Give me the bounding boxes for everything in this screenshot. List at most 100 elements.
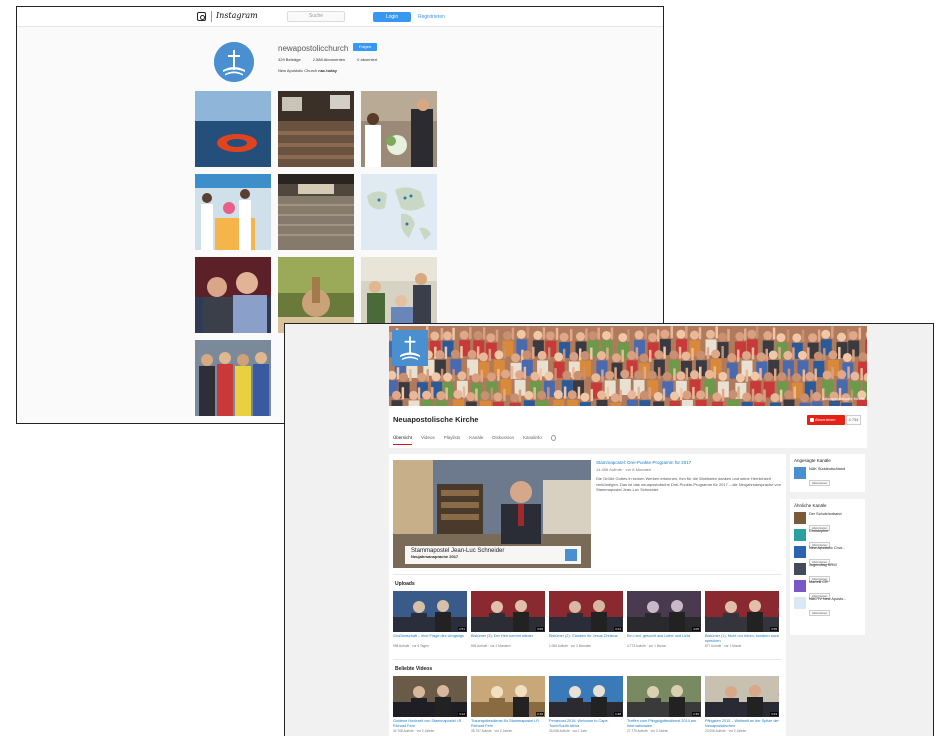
video-duration: 4:05 (692, 627, 700, 631)
tab-videos[interactable]: Videos (421, 435, 435, 445)
popular-video-card[interactable]: 1:48 Pentecost 2016: Welcome to Cape Town… (549, 676, 623, 733)
photo-world-map[interactable] (361, 174, 437, 250)
photo-two-men[interactable] (195, 257, 271, 333)
subscribe-button[interactable]: Abonnieren (809, 480, 831, 486)
channel-name[interactable]: Der Schulchorband (809, 512, 842, 516)
channel-avatar[interactable] (794, 563, 806, 575)
featured-video-thumbnail[interactable]: Stammapostel Jean-Luc Schneider Neujahrs… (393, 460, 591, 568)
video-title[interactable]: Trauergottesdienst für Stammapostel i.R.… (471, 719, 545, 728)
upload-video-card[interactable]: 3:09 Bistümer (3): Der Herr kommt wieder 8… (471, 591, 545, 648)
video-title[interactable]: Pfingsten 2015 – Weltweit an der Spitze … (705, 719, 779, 728)
video-thumbnail[interactable]: 2:10 (471, 676, 545, 717)
channel-name[interactable]: Martelli CR (809, 580, 830, 584)
subscribe-button[interactable]: Abonnieren (809, 610, 831, 616)
upload-video-card[interactable]: 3:14 Bistümer (2): Glauben für Jesus Chri… (549, 591, 623, 648)
video-thumbnail[interactable]: 1:48 (549, 676, 623, 717)
popular-video-card[interactable]: 2:46 Treffen zum Pfingstgottesdienst 2014… (627, 676, 701, 733)
chevron-right-icon[interactable]: › (778, 692, 780, 698)
video-thumbnail[interactable]: 3:09 (471, 591, 545, 632)
channel-name[interactable]: Jugendtag NRW (809, 563, 837, 567)
related-channels-title: Angesagte Kanäle (794, 458, 831, 463)
tab-overview[interactable]: Übersicht (393, 435, 413, 445)
follow-button[interactable]: Folgen (353, 43, 377, 51)
featured-video-description: Die Größe Gottes in seinen Werken erkenn… (596, 476, 781, 492)
profile-username: newapostolicchurch (278, 44, 349, 53)
profile-bio: New Apostolic Church nac.today (278, 68, 337, 73)
channel-item[interactable]: Jugendtag NRW Abonnieren (790, 561, 865, 582)
tab-about[interactable]: Kanalinfo (523, 435, 542, 445)
video-thumbnail[interactable]: 3:35 (705, 591, 779, 632)
channel-item[interactable]: NACTV New Aposto... Abonnieren (790, 595, 865, 616)
video-title[interactable]: Bistümer (2): Glauben für Jesus Christus (549, 634, 623, 643)
popular-video-card[interactable]: 3:23 Pfingsten 2015 – Weltweit an der Spi… (705, 676, 779, 733)
instagram-camera-icon[interactable] (197, 12, 206, 21)
tab-channels[interactable]: Kanäle (469, 435, 483, 445)
channel-avatar[interactable] (794, 467, 806, 479)
search-input[interactable]: Suche (287, 11, 345, 22)
video-title[interactable]: Goldene Hochzeit von Stammapostel i.R. R… (393, 719, 467, 728)
video-thumbnail[interactable]: 2:51 (393, 591, 467, 632)
banner-channel-link[interactable]: Neuapostolische Kirche (823, 396, 865, 401)
video-thumbnail[interactable]: 3:14 (549, 591, 623, 632)
video-meta: 33.058 Aufrufe · vor 1 Jahr (549, 729, 587, 733)
channel-avatar[interactable] (794, 529, 806, 541)
channel-title: Neuapostolische Kirche (393, 415, 479, 424)
popular-video-card[interactable]: 2:10 Trauergottesdienst für Stammapostel … (471, 676, 545, 733)
popular-title[interactable]: Beliebte Videos (395, 666, 432, 672)
following-count[interactable]: 0 abonniert (357, 57, 377, 62)
featured-video-title[interactable]: Stammapostel: Drei-Punkte-Programm für 2… (596, 460, 782, 465)
video-title[interactable]: Bistümer (3): Der Herr kommt wieder (471, 634, 545, 643)
channel-avatar[interactable] (794, 580, 806, 592)
channel-item[interactable]: Der Schulchorband Abonnieren (790, 510, 865, 531)
channel-name[interactable]: New Apostolic Chur... (809, 546, 845, 550)
photo-group[interactable] (195, 340, 271, 416)
tab-playlists[interactable]: Playlists (444, 435, 461, 445)
channel-item[interactable]: NAK Süddeutschland Abonnieren (790, 465, 865, 486)
channel-avatar[interactable] (794, 512, 806, 524)
channel-name[interactable]: Christopher (809, 529, 830, 533)
photo-stadium-crowd[interactable] (278, 174, 354, 250)
upload-video-card[interactable]: 4:05 Ein Lied, gesucht aus Liebe und Lich… (627, 591, 701, 648)
similar-channels-title: Ähnliche Kanäle (794, 503, 827, 508)
video-title[interactable]: Pentecost 2016: Welcome to Cape Town/Sou… (549, 719, 623, 728)
register-link[interactable]: Registrieren (418, 12, 445, 22)
photo-communion[interactable] (278, 257, 354, 333)
search-icon[interactable] (550, 435, 556, 441)
channel-name[interactable]: NACTV New Aposto... (809, 597, 846, 601)
channel-avatar[interactable] (794, 597, 806, 609)
login-button[interactable]: Login (373, 12, 411, 22)
uploads-title[interactable]: Uploads (395, 581, 415, 587)
photo-classroom[interactable] (361, 257, 437, 333)
channel-logo[interactable] (392, 330, 428, 366)
photo-assembly-hall[interactable] (278, 91, 354, 167)
bio-link[interactable]: nac.today (318, 68, 337, 73)
upload-video-card[interactable]: 3:35 Bistümer (1): Nicht nur hören, sonde… (705, 591, 779, 648)
video-title[interactable]: Grußbotschaft – eine Frage des Umgangs (393, 634, 467, 643)
video-title[interactable]: Bistümer (1): Nicht nur hören, sondern a… (705, 634, 779, 643)
popular-video-card[interactable]: 3:12 Goldene Hochzeit von Stammapostel i.… (393, 676, 467, 733)
subscribe-button[interactable]: Abonnieren (807, 415, 845, 425)
tab-discussion[interactable]: Diskussion (492, 435, 514, 445)
video-thumbnail[interactable]: 2:46 (627, 676, 701, 717)
instagram-wordmark[interactable]: Instagram (216, 11, 258, 20)
video-title[interactable]: Treffen zum Pfingstgottesdienst 2014 am … (627, 719, 701, 728)
video-meta: 806 Aufrufe · vor 2 Monaten (471, 644, 511, 648)
chevron-right-icon[interactable]: › (778, 607, 780, 613)
posts-count[interactable]: 329 Beiträge (278, 57, 301, 62)
photo-flowers-girl[interactable] (361, 91, 437, 167)
channel-name[interactable]: NAK Süddeutschland (809, 467, 845, 471)
photo-altar-ceremony[interactable] (195, 174, 271, 250)
video-thumbnail[interactable]: 3:23 (705, 676, 779, 717)
channel-item[interactable]: Martelli CR Abonnieren (790, 578, 865, 599)
photo-lifebuoy[interactable] (195, 91, 271, 167)
video-duration: 3:09 (536, 627, 544, 631)
followers-count[interactable]: 2.588 Abonnenten (313, 57, 345, 62)
upload-video-card[interactable]: 2:51 Grußbotschaft – eine Frage des Umgan… (393, 591, 467, 648)
channel-item[interactable]: Christopher Abonnieren (790, 527, 865, 548)
church-logo-icon (214, 42, 254, 82)
channel-avatar[interactable] (794, 546, 806, 558)
video-title[interactable]: Ein Lied, gesucht aus Liebe und Licht (627, 634, 701, 643)
channel-item[interactable]: New Apostolic Chur... Abonnieren (790, 544, 865, 565)
video-thumbnail[interactable]: 3:12 (393, 676, 467, 717)
video-thumbnail[interactable]: 4:05 (627, 591, 701, 632)
